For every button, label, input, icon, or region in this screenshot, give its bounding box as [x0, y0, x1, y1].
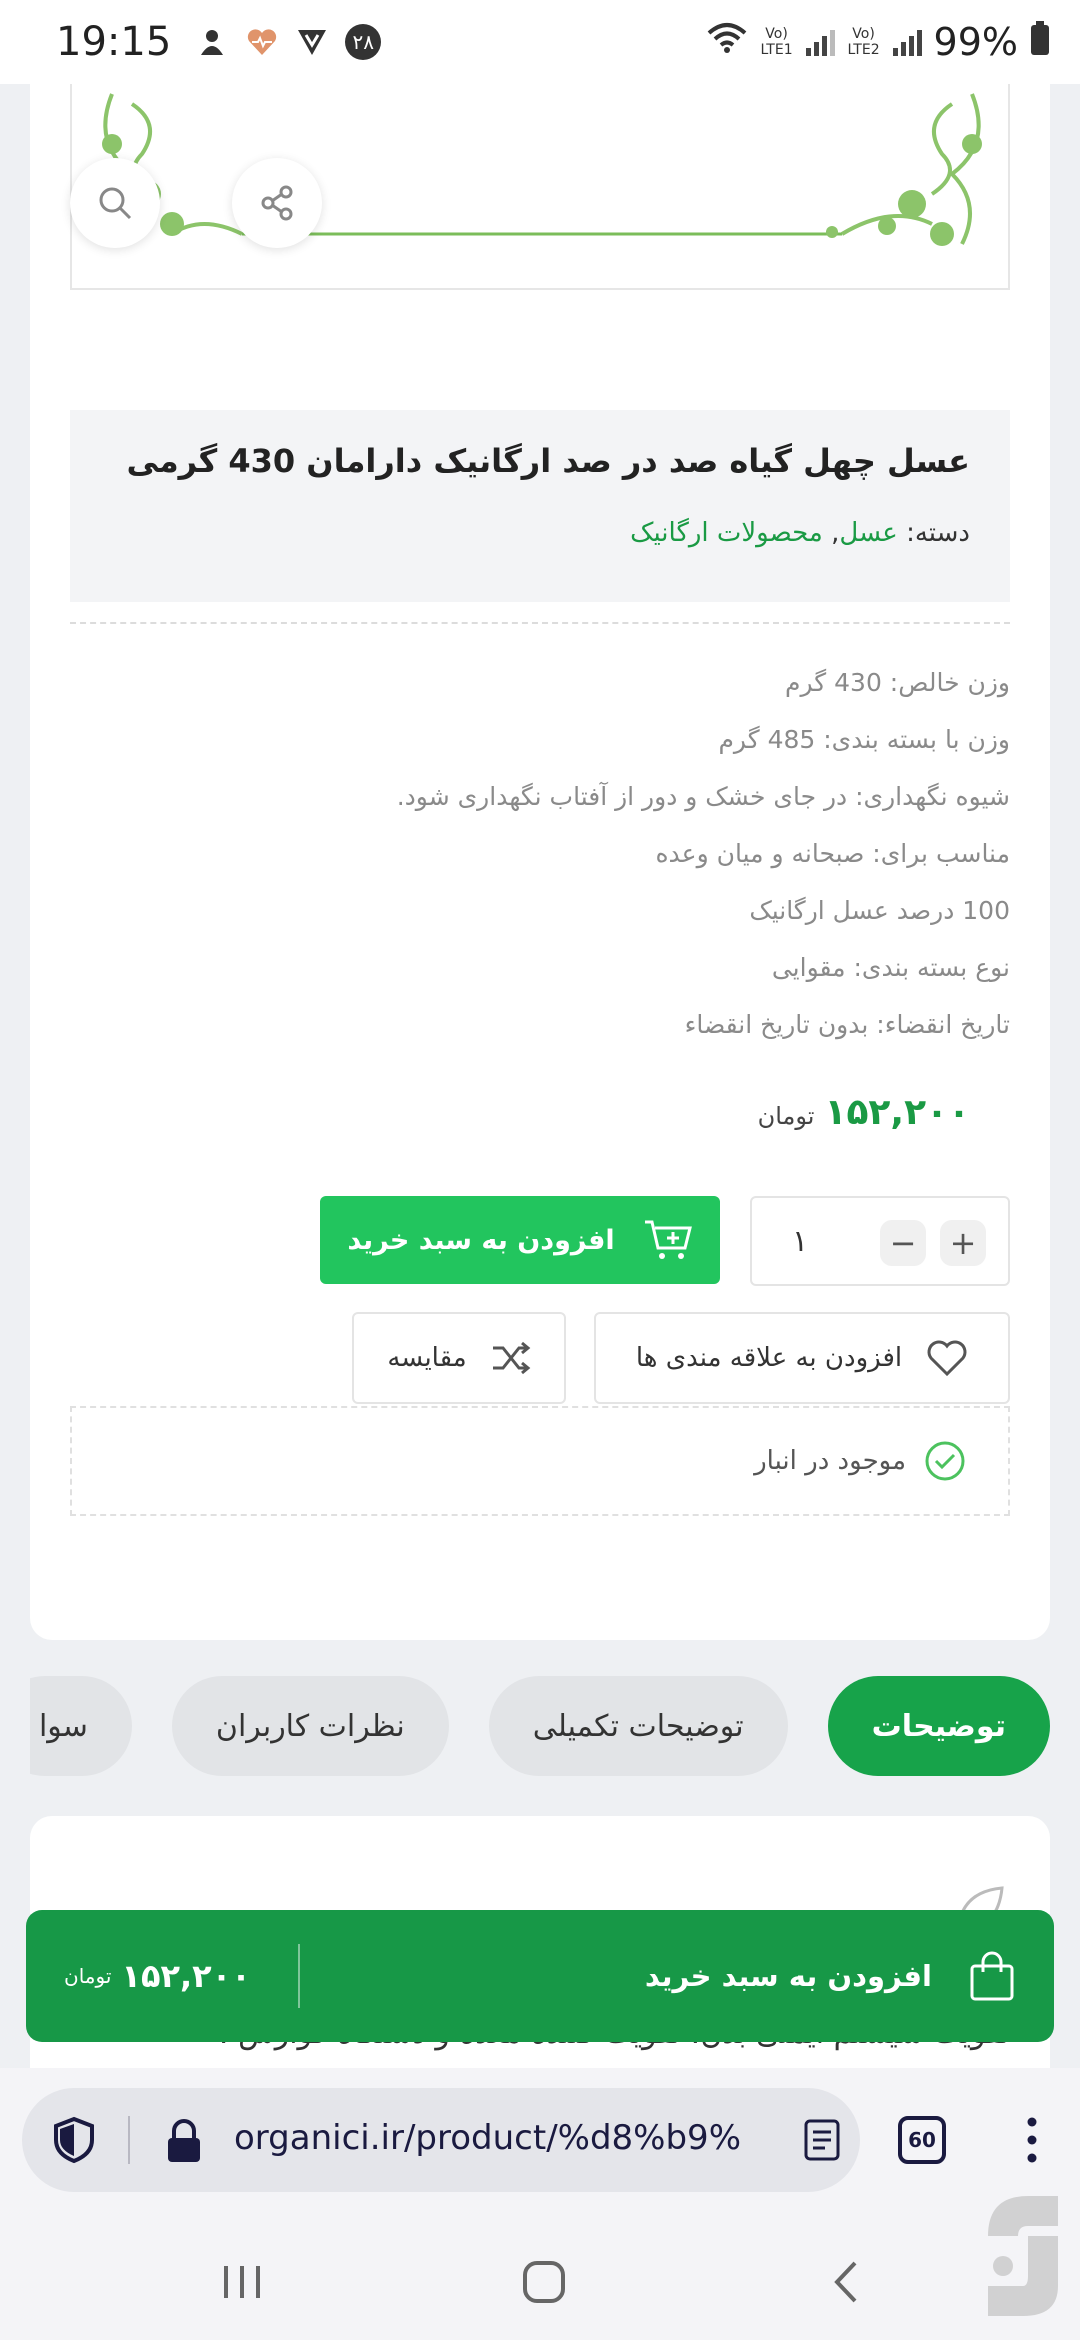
product-title-box: عسل چهل گیاه صد در صد ارگانیک دارامان 43…: [70, 410, 1010, 602]
product-tabs: توضیحات توضیحات تکمیلی نظرات کاربران سوا: [30, 1676, 1050, 1778]
wishlist-label: افزودن به علاقه مندی ها: [635, 1343, 903, 1373]
spec-packaging-type: نوع بسته بندی: مقوایی: [771, 953, 1010, 982]
heart-icon: [927, 1340, 967, 1377]
share-icon: [261, 185, 293, 221]
share-button[interactable]: [232, 158, 322, 248]
spec-net-weight: وزن خالص: 430 گرم: [785, 668, 1010, 697]
compare-button[interactable]: مقایسه: [352, 1312, 566, 1404]
sticky-price-value: ۱۵۲,۲۰۰: [121, 1957, 251, 1995]
shuffle-compare-icon: [492, 1341, 531, 1375]
address-divider: [128, 2116, 130, 2164]
product-price: ۱۵۲,۲۰۰ تومان: [758, 1092, 970, 1133]
url-text[interactable]: organici.ir/product/%d8%b9%: [234, 2118, 774, 2158]
back-button[interactable]: [816, 2252, 876, 2312]
category-link-organic-products[interactable]: محصولات ارگانیک: [630, 518, 823, 548]
system-navigation-bar: [0, 2222, 1080, 2340]
status-right: Vo) LTE1 Vo) LTE2 99%: [706, 20, 1050, 64]
product-specs: وزن خالص: 430 گرم وزن با بسته بندی: 485 …: [70, 654, 1010, 1053]
status-bar: 19:15 ۲۸ Vo) LTE1 Vo) LTE2 99%: [0, 0, 1080, 84]
home-button[interactable]: [514, 2252, 574, 2312]
add-to-wishlist-button[interactable]: افزودن به علاقه مندی ها: [594, 1312, 1010, 1404]
add-to-cart-button[interactable]: افزودن به سبد خرید: [320, 1196, 720, 1284]
cart-add-icon: [644, 1220, 692, 1259]
spec-packaged-weight: وزن با بسته بندی: 485 گرم: [718, 725, 1010, 754]
notification-count-badge: ۲۸: [345, 24, 382, 60]
reader-mode-icon[interactable]: [802, 2118, 842, 2162]
quantity-input[interactable]: ۱: [792, 1224, 808, 1259]
sticky-add-to-cart-label: افزودن به سبد خرید: [644, 1959, 932, 1993]
add-to-cart-label: افزودن به سبد خرید: [347, 1224, 615, 1256]
price-value: ۱۵۲,۲۰۰: [824, 1092, 970, 1133]
app-watermark-logo: [988, 2196, 1058, 2316]
tab-questions[interactable]: سوا: [30, 1676, 132, 1776]
signal-bars-1-icon: [805, 28, 835, 56]
back-chevron-icon: [834, 2261, 857, 2303]
shopping-bag-icon: [970, 1951, 1014, 2001]
vpn-shield-icon: [295, 25, 329, 59]
address-bar[interactable]: organici.ir/product/%d8%b9%: [22, 2088, 860, 2192]
floral-ornament-image: [102, 93, 982, 246]
quantity-stepper: + − ۱: [750, 1196, 1010, 1286]
search-icon: [99, 187, 132, 220]
stock-status: موجود در انبار: [70, 1406, 1010, 1516]
stock-label: موجود در انبار: [754, 1446, 906, 1476]
product-title: عسل چهل گیاه صد در صد ارگانیک دارامان 43…: [126, 442, 970, 480]
category-link-honey[interactable]: عسل: [839, 518, 897, 548]
lte2-label: Vo) LTE2: [847, 26, 880, 58]
browser-toolbar: organici.ir/product/%d8%b9% 60: [0, 2068, 1080, 2222]
lte1-label: Vo) LTE1: [760, 26, 793, 58]
recent-apps-button[interactable]: [212, 2252, 272, 2312]
sticky-divider: [298, 1944, 300, 2008]
shield-icon[interactable]: [52, 2116, 96, 2164]
health-heart-icon: [245, 25, 279, 59]
spec-storage: شیوه نگهداری: در جای خشک و دور از آفتاب …: [396, 782, 1010, 811]
wifi-icon: [706, 20, 748, 64]
sticky-price: تومان ۱۵۲,۲۰۰: [64, 1910, 251, 2042]
recent-apps-icon: [224, 2266, 260, 2298]
signal-bars-2-icon: [892, 28, 922, 56]
tab-user-reviews[interactable]: نظرات کاربران: [171, 1676, 449, 1776]
battery-percent: 99%: [933, 20, 1018, 64]
price-currency: تومان: [757, 1102, 815, 1130]
sticky-add-to-cart-bar: تومان ۱۵۲,۲۰۰ افزودن به سبد خرید: [26, 1910, 1054, 2042]
more-options-icon[interactable]: [1022, 2116, 1042, 2166]
spec-expiry: تاریخ انقضاء: بدون تاریخ انقضاء: [684, 1010, 1010, 1039]
spec-suitable-for: مناسب برای: صبحانه و میان وعده: [655, 839, 1010, 868]
tab-additional-info[interactable]: توضیحات تکمیلی: [488, 1676, 788, 1776]
product-image-banner: [70, 84, 1010, 290]
divider: [70, 622, 1010, 624]
sticky-add-to-cart-button[interactable]: افزودن به سبد خرید: [645, 1910, 1016, 2042]
compare-label: مقایسه: [387, 1343, 467, 1373]
app-notification-icon: [195, 25, 229, 59]
tab-description[interactable]: توضیحات: [827, 1676, 1050, 1776]
spec-organic: 100 درصد عسل ارگانیک: [749, 896, 1010, 925]
quantity-decrease-button[interactable]: −: [880, 1220, 926, 1266]
status-time: 19:15: [56, 19, 172, 65]
quantity-increase-button[interactable]: +: [940, 1220, 986, 1266]
product-category: دسته: عسل, محصولات ارگانیک: [110, 518, 970, 548]
product-card: عسل چهل گیاه صد در صد ارگانیک دارامان 43…: [30, 84, 1050, 1640]
check-circle-icon: [925, 1441, 965, 1481]
tab-count-button[interactable]: 60: [898, 2116, 946, 2164]
battery-icon: [1030, 20, 1050, 64]
category-label: دسته:: [906, 518, 970, 548]
sticky-price-currency: تومان: [64, 1964, 112, 1988]
home-icon: [523, 2261, 565, 2303]
lock-icon[interactable]: [164, 2118, 204, 2164]
zoom-search-button[interactable]: [70, 158, 160, 248]
